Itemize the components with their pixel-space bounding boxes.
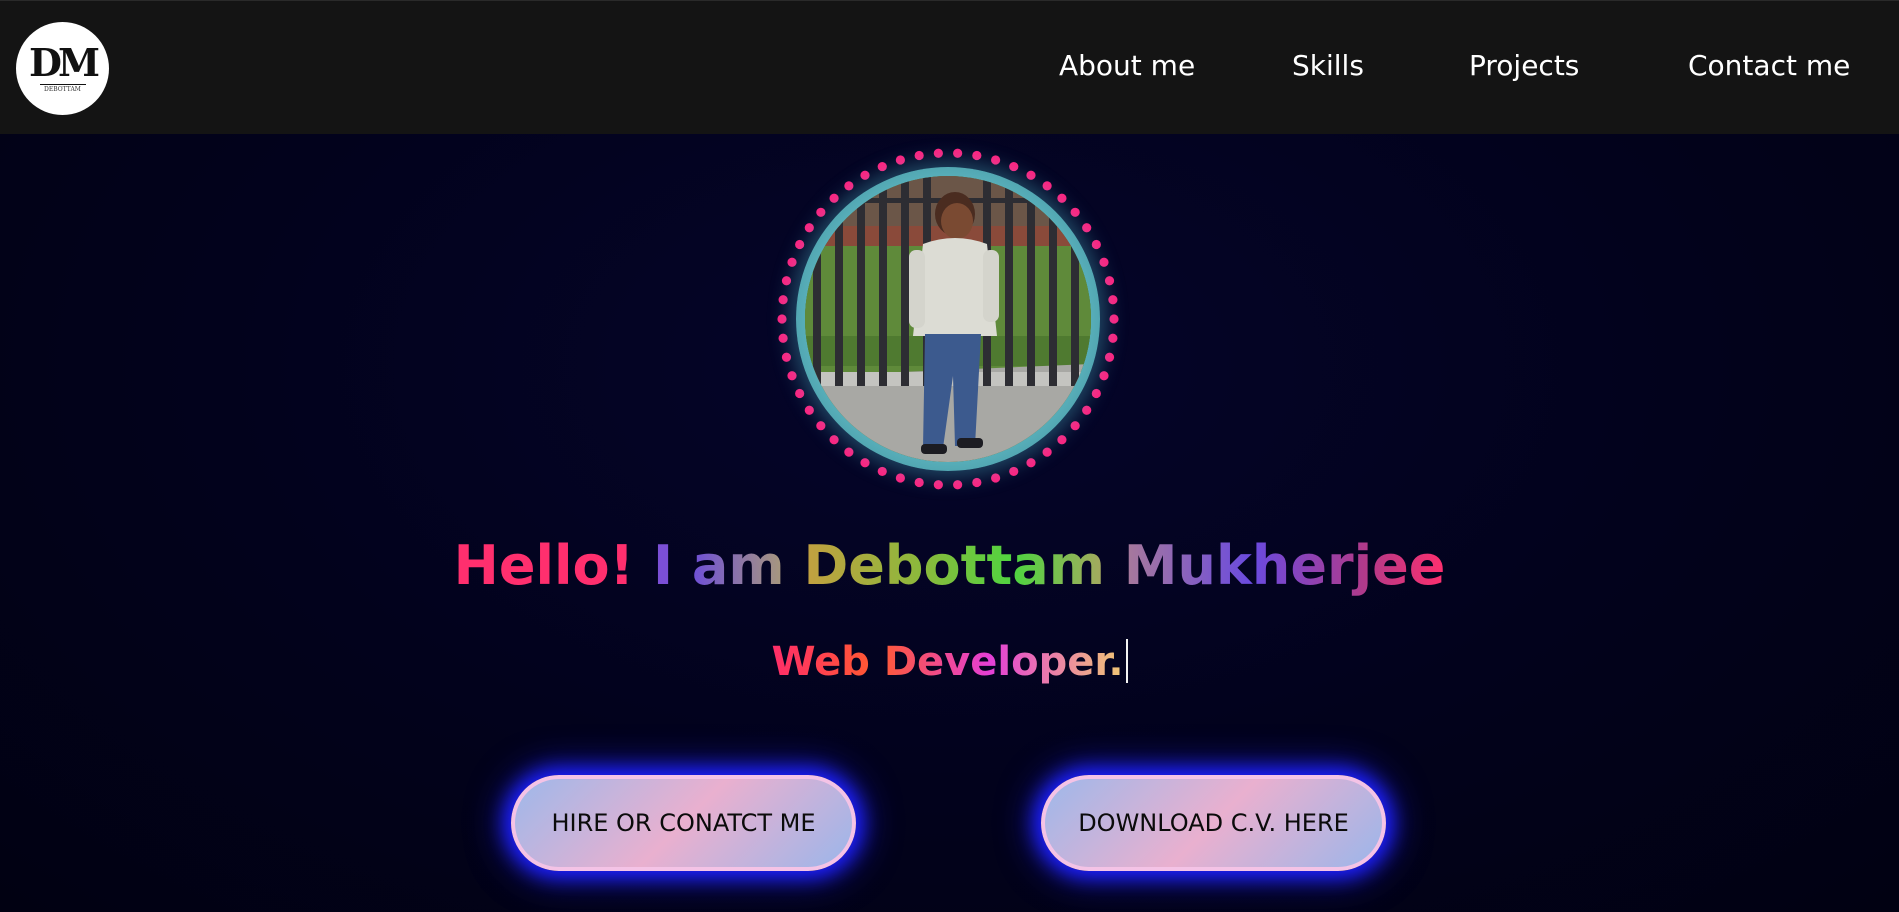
nav-projects[interactable]: Projects (1469, 49, 1579, 83)
avatar-border-dot (1026, 170, 1036, 180)
avatar-border-dot (795, 239, 805, 250)
greeting-word-debottam: Debottam (803, 534, 1105, 597)
avatar-border-dot (787, 257, 797, 267)
avatar-border-dot (844, 181, 854, 191)
greeting-word-hello: Hello! (453, 534, 635, 597)
avatar-border-dot (1042, 181, 1052, 191)
avatar-border-dot (1091, 239, 1101, 250)
avatar-border-dot (991, 473, 1001, 483)
avatar-border-dot (1108, 333, 1118, 343)
avatar-border-dot (778, 333, 788, 343)
avatar-border-dot (829, 435, 839, 445)
hire-contact-button[interactable]: HIRE OR CONATCT ME (511, 775, 856, 871)
avatar-border-dot (787, 371, 797, 381)
nav-contact-me[interactable]: Contact me (1688, 49, 1850, 83)
avatar-border-dot (778, 295, 788, 305)
avatar-border-dot (953, 148, 963, 158)
avatar-border-dot (877, 161, 887, 172)
text-caret (1125, 639, 1128, 683)
avatar-border-dot (829, 193, 839, 203)
avatar-border-dot (1042, 447, 1052, 457)
avatar-border-dot (933, 480, 943, 490)
top-navbar: DM DEBOTTAM About me Skills Projects Con… (0, 0, 1899, 134)
logo-dm[interactable]: DM DEBOTTAM (16, 22, 109, 115)
avatar-border-dot (1104, 352, 1115, 362)
avatar-border-dot (1070, 207, 1080, 217)
avatar-border-dot (1109, 314, 1119, 324)
avatar-border-dot (1099, 257, 1109, 267)
avatar-border-dot (860, 170, 870, 180)
avatar-border-dot (895, 473, 905, 483)
avatar-border-dot (1108, 295, 1118, 305)
avatar-border-dot (1082, 405, 1092, 415)
avatar-border-dot (804, 405, 814, 415)
avatar-border-dot (914, 477, 924, 488)
download-cv-button[interactable]: DOWNLOAD C.V. HERE (1041, 775, 1386, 871)
avatar-border-dot (1104, 276, 1115, 286)
avatar-border-dot (1057, 435, 1067, 445)
greeting-word-am: am (691, 534, 785, 597)
avatar-border-dot (860, 458, 870, 468)
avatar-border-dot (972, 477, 982, 488)
avatar-border-dot (781, 352, 792, 362)
avatar-border-dot (1009, 161, 1019, 172)
greeting-heading: Hello! I am Debottam Mukherjee (0, 533, 1899, 599)
greeting-word-i: I (653, 534, 674, 597)
avatar-border-dot (804, 223, 814, 233)
avatar-border-dot (972, 150, 982, 161)
logo-monogram: DM (28, 40, 100, 85)
avatar-border-dot (1009, 466, 1019, 477)
avatar-border-dot (895, 155, 905, 165)
avatar-border-dot (914, 150, 924, 161)
profile-photo-image (805, 176, 1091, 462)
avatar-border-dot (933, 148, 943, 158)
greeting-word-mukherjee: Mukherjee (1123, 534, 1446, 597)
avatar-border-dot (844, 447, 854, 457)
avatar-border-dot (1091, 388, 1101, 399)
typed-role: Web Developer. (0, 638, 1899, 686)
avatar-border-dot (1057, 193, 1067, 203)
profile-photo (805, 176, 1091, 462)
logo-subtext: DEBOTTAM (44, 86, 81, 93)
avatar-border-dot (795, 388, 805, 399)
avatar-border-dot (953, 480, 963, 490)
typed-role-text: Web Developer. (771, 639, 1124, 685)
avatar-border-dot (1026, 458, 1036, 468)
avatar-border-dot (991, 155, 1001, 165)
avatar-border-dot (1082, 223, 1092, 233)
avatar-border-dot (777, 314, 787, 324)
nav-skills[interactable]: Skills (1292, 49, 1364, 83)
avatar-border-dot (816, 421, 826, 431)
avatar-border-dot (877, 466, 887, 477)
avatar-border-dot (781, 276, 792, 286)
avatar-border-dot (1070, 421, 1080, 431)
avatar-border-dot (816, 207, 826, 217)
nav-about-me[interactable]: About me (1059, 49, 1195, 83)
avatar-border-dot (1099, 371, 1109, 381)
logo-rule (39, 84, 86, 85)
profile-avatar (775, 146, 1121, 492)
